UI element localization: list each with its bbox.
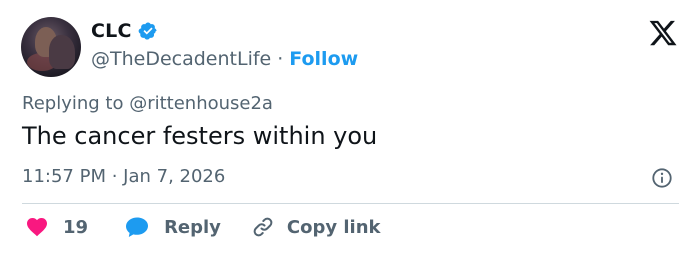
- replying-to: Replying to @rittenhouse2a: [22, 93, 273, 114]
- like-count: 19: [63, 216, 89, 238]
- divider: [22, 203, 679, 204]
- avatar-shape: [49, 35, 75, 69]
- tweet-text: The cancer festers within you: [22, 122, 378, 150]
- reply-label: Reply: [164, 216, 221, 238]
- verified-badge-icon: [138, 22, 157, 40]
- author-name-row: CLC: [91, 20, 158, 42]
- link-icon: [253, 217, 273, 237]
- copy-link-label: Copy link: [286, 216, 381, 238]
- author-handle[interactable]: @TheDecadentLife: [91, 48, 271, 70]
- like-button[interactable]: 19: [25, 215, 88, 239]
- heart-icon: [27, 218, 47, 237]
- follow-button[interactable]: Follow: [289, 48, 358, 70]
- reply-button[interactable]: Reply: [124, 215, 221, 239]
- separator-dot: ·: [277, 48, 284, 70]
- speech-bubble-icon: [126, 217, 149, 237]
- author-name[interactable]: CLC: [91, 20, 132, 42]
- handle-row: @TheDecadentLife · Follow: [91, 48, 358, 70]
- tweet-timestamp[interactable]: 11:57 PM · Jan 7, 2026: [22, 166, 225, 187]
- avatar[interactable]: [21, 17, 81, 77]
- copy-link-button[interactable]: Copy link: [251, 215, 381, 239]
- info-icon[interactable]: [651, 167, 673, 189]
- action-bar: 19 Reply Copy link: [25, 215, 381, 239]
- x-logo-icon[interactable]: [648, 18, 678, 48]
